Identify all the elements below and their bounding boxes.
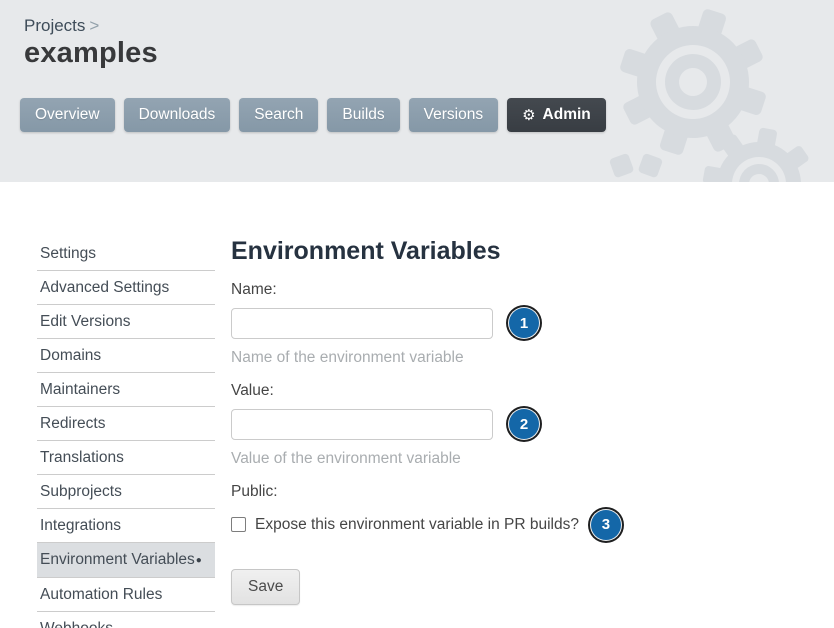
- step-badge-1: 1: [509, 308, 539, 338]
- content: Settings Advanced Settings Edit Versions…: [0, 182, 834, 628]
- name-input-row: 1: [231, 308, 791, 339]
- sidebar-item-settings[interactable]: Settings: [37, 237, 215, 271]
- sidebar-item-automation-rules[interactable]: Automation Rules: [37, 578, 215, 612]
- public-field-group: Public: Expose this environment variable…: [231, 483, 791, 540]
- sidebar-item-webhooks[interactable]: Webhooks: [37, 612, 215, 628]
- sidebar-item-integrations[interactable]: Integrations: [37, 509, 215, 543]
- sidebar-item-domains[interactable]: Domains: [37, 339, 215, 373]
- sidebar-item-redirects[interactable]: Redirects: [37, 407, 215, 441]
- step-badge-3: 3: [591, 510, 621, 540]
- public-checkbox[interactable]: [231, 517, 246, 532]
- name-help-text: Name of the environment variable: [231, 349, 791, 367]
- sidebar-item-advanced-settings[interactable]: Advanced Settings: [37, 271, 215, 305]
- tab-versions-label: Versions: [424, 106, 483, 124]
- value-help-text: Value of the environment variable: [231, 450, 791, 468]
- breadcrumb: Projects>: [24, 16, 99, 36]
- public-label: Public:: [231, 483, 791, 501]
- name-field-group: Name: 1 Name of the environment variable: [231, 281, 791, 367]
- tab-admin[interactable]: ⚙ Admin: [507, 98, 606, 132]
- save-button[interactable]: Save: [231, 569, 300, 605]
- name-label: Name:: [231, 281, 791, 299]
- value-label: Value:: [231, 382, 791, 400]
- step-badge-2: 2: [509, 409, 539, 439]
- sidebar-item-edit-versions[interactable]: Edit Versions: [37, 305, 215, 339]
- value-input[interactable]: [231, 409, 493, 440]
- tab-admin-label: Admin: [543, 106, 591, 124]
- tab-builds[interactable]: Builds: [327, 98, 399, 132]
- name-input[interactable]: [231, 308, 493, 339]
- admin-sidebar: Settings Advanced Settings Edit Versions…: [37, 237, 215, 628]
- page-title: examples: [24, 37, 158, 70]
- page: Projects> examples Overview Downloads Se…: [0, 0, 834, 628]
- sidebar-item-environment-variables-label: Environment Variables: [40, 551, 195, 568]
- tab-search-label: Search: [254, 106, 303, 124]
- tab-downloads-label: Downloads: [139, 106, 216, 124]
- gear-icon: ⚙: [522, 108, 535, 123]
- breadcrumb-separator: >: [89, 16, 99, 35]
- main-panel: Environment Variables Name: 1 Name of th…: [231, 237, 791, 605]
- tab-bar: Overview Downloads Search Builds Version…: [20, 98, 606, 132]
- sidebar-item-subprojects[interactable]: Subprojects: [37, 475, 215, 509]
- breadcrumb-projects-link[interactable]: Projects: [24, 16, 85, 35]
- decorative-gears-icon: [544, 0, 834, 182]
- sidebar-item-environment-variables[interactable]: Environment Variables●: [37, 543, 215, 578]
- active-bullet-icon: ●: [196, 555, 202, 566]
- tab-versions[interactable]: Versions: [409, 98, 498, 132]
- sidebar-item-translations[interactable]: Translations: [37, 441, 215, 475]
- tab-overview-label: Overview: [35, 106, 100, 124]
- value-input-row: 2: [231, 409, 791, 440]
- tab-downloads[interactable]: Downloads: [124, 98, 231, 132]
- public-checkbox-label[interactable]: Expose this environment variable in PR b…: [255, 516, 579, 534]
- tab-search[interactable]: Search: [239, 98, 318, 132]
- tab-overview[interactable]: Overview: [20, 98, 115, 132]
- header: Projects> examples Overview Downloads Se…: [0, 0, 834, 182]
- tab-builds-label: Builds: [342, 106, 384, 124]
- section-heading: Environment Variables: [231, 237, 791, 266]
- public-checkbox-row: Expose this environment variable in PR b…: [231, 510, 791, 540]
- value-field-group: Value: 2 Value of the environment variab…: [231, 382, 791, 468]
- sidebar-item-maintainers[interactable]: Maintainers: [37, 373, 215, 407]
